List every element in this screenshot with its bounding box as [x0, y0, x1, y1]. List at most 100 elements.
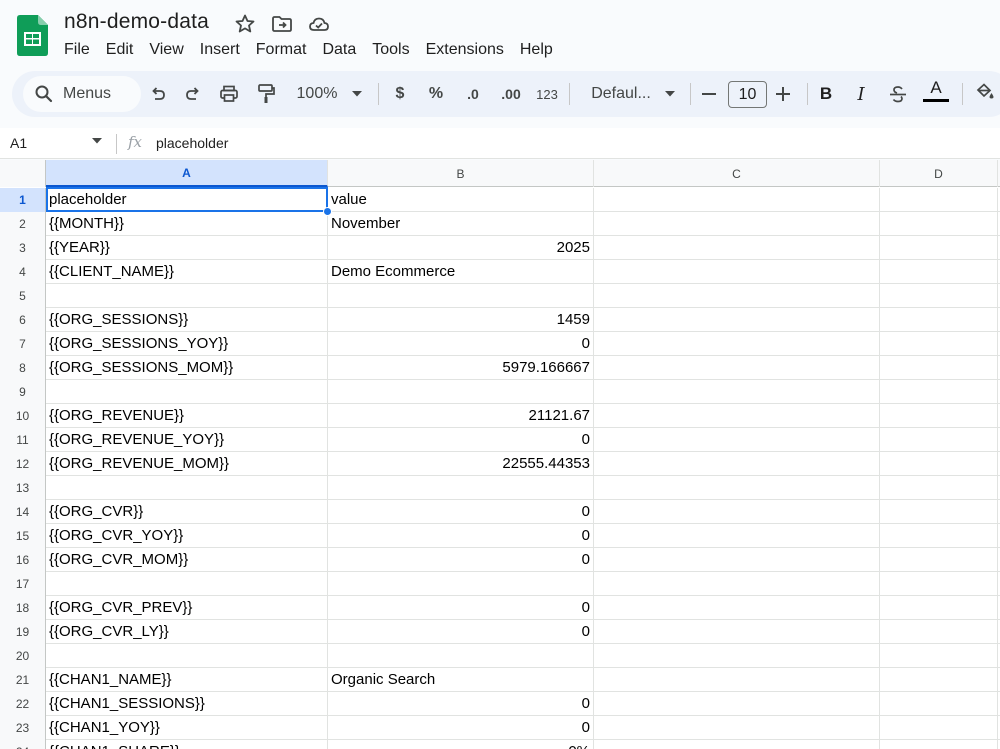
row-header[interactable]: 16	[0, 548, 46, 572]
cell-d[interactable]	[880, 404, 998, 428]
increase-decimal-button[interactable]: .00	[496, 71, 526, 117]
font-size-input[interactable]: 10	[728, 81, 767, 108]
cell-c[interactable]	[594, 716, 880, 740]
cell-a[interactable]: {{ORG_REVENUE}}	[46, 404, 328, 428]
cell-b[interactable]: 0	[328, 548, 594, 572]
cell-d[interactable]	[880, 740, 998, 749]
cell-b[interactable]	[328, 380, 594, 404]
cell-c[interactable]	[594, 548, 880, 572]
zoom-dropdown-icon[interactable]	[351, 90, 363, 98]
cell-d[interactable]	[880, 284, 998, 308]
row-header[interactable]: 13	[0, 476, 46, 500]
cell-a[interactable]	[46, 284, 328, 308]
cell-d[interactable]	[880, 572, 998, 596]
cell-d[interactable]	[880, 236, 998, 260]
menu-view[interactable]: View	[141, 38, 191, 62]
document-title[interactable]: n8n-demo-data	[64, 10, 209, 34]
row-header[interactable]: 9	[0, 380, 46, 404]
cell-b[interactable]: 0	[328, 692, 594, 716]
cell-a[interactable]: {{CLIENT_NAME}}	[46, 260, 328, 284]
cell-a[interactable]: {{ORG_REVENUE_MOM}}	[46, 452, 328, 476]
cell-c[interactable]	[594, 476, 880, 500]
cell-a[interactable]	[46, 380, 328, 404]
row-header[interactable]: 22	[0, 692, 46, 716]
cell-a[interactable]	[46, 572, 328, 596]
cell-b[interactable]: 0	[328, 716, 594, 740]
cell-c[interactable]	[594, 644, 880, 668]
cell-b[interactable]: 0	[328, 596, 594, 620]
percent-format-button[interactable]: %	[425, 71, 447, 117]
cell-a[interactable]	[46, 476, 328, 500]
cell-c[interactable]	[594, 284, 880, 308]
cell-d[interactable]	[880, 212, 998, 236]
row-header[interactable]: 20	[0, 644, 46, 668]
row-header[interactable]: 3	[0, 236, 46, 260]
cell-a[interactable]: {{ORG_CVR}}	[46, 500, 328, 524]
cell-b[interactable]: value	[328, 188, 594, 212]
cell-b[interactable]: 0	[328, 620, 594, 644]
cell-d[interactable]	[880, 308, 998, 332]
cell-c[interactable]	[594, 260, 880, 284]
cell-d[interactable]	[880, 620, 998, 644]
paint-format-icon[interactable]	[256, 83, 276, 105]
row-header[interactable]: 12	[0, 452, 46, 476]
cell-d[interactable]	[880, 596, 998, 620]
cell-c[interactable]	[594, 380, 880, 404]
cell-b[interactable]	[328, 572, 594, 596]
cell-d[interactable]	[880, 188, 998, 212]
cell-d[interactable]	[880, 644, 998, 668]
spreadsheet-grid[interactable]: A B C D 1 placeholder value 2 {{MONTH}} Novem…	[0, 160, 1000, 749]
menu-file[interactable]: File	[56, 38, 98, 62]
cell-d[interactable]	[880, 452, 998, 476]
cell-c[interactable]	[594, 404, 880, 428]
search-menus-button[interactable]: Menus	[23, 76, 141, 112]
menu-help[interactable]: Help	[512, 38, 561, 62]
cell-b[interactable]: Demo Ecommerce	[328, 260, 594, 284]
print-icon[interactable]	[219, 84, 239, 104]
strikethrough-icon[interactable]	[888, 84, 908, 104]
cell-a[interactable]: {{CHAN1_YOY}}	[46, 716, 328, 740]
cell-b[interactable]: 0	[328, 332, 594, 356]
cell-d[interactable]	[880, 428, 998, 452]
row-header[interactable]: 24	[0, 740, 46, 749]
menu-tools[interactable]: Tools	[364, 38, 417, 62]
column-header-b[interactable]: B	[328, 160, 594, 187]
bold-button[interactable]: B	[816, 71, 836, 117]
cell-c[interactable]	[594, 524, 880, 548]
name-box[interactable]: A1	[10, 135, 27, 151]
name-box-dropdown-icon[interactable]	[92, 138, 102, 144]
row-header[interactable]: 19	[0, 620, 46, 644]
row-header[interactable]: 23	[0, 716, 46, 740]
cell-d[interactable]	[880, 668, 998, 692]
cell-d[interactable]	[880, 380, 998, 404]
cell-c[interactable]	[594, 740, 880, 749]
cell-c[interactable]	[594, 236, 880, 260]
cell-c[interactable]	[594, 212, 880, 236]
cell-b[interactable]: 22555.44353	[328, 452, 594, 476]
cell-b[interactable]: 21121.67	[328, 404, 594, 428]
row-header[interactable]: 14	[0, 500, 46, 524]
increase-font-size-icon[interactable]	[776, 87, 790, 101]
cell-c[interactable]	[594, 692, 880, 716]
cell-a[interactable]: {{ORG_SESSIONS_MOM}}	[46, 356, 328, 380]
cell-a[interactable]: placeholder	[46, 188, 328, 212]
cell-b[interactable]: 1459	[328, 308, 594, 332]
row-header[interactable]: 6	[0, 308, 46, 332]
cell-b[interactable]: 0	[328, 428, 594, 452]
cell-b[interactable]: 0%	[328, 740, 594, 749]
cell-b[interactable]: 0	[328, 524, 594, 548]
zoom-select[interactable]: 100%	[292, 71, 342, 117]
decrease-font-size-icon[interactable]	[702, 93, 716, 95]
cell-b[interactable]: 2025	[328, 236, 594, 260]
cell-c[interactable]	[594, 428, 880, 452]
formula-input[interactable]: placeholder	[156, 135, 228, 151]
row-header[interactable]: 5	[0, 284, 46, 308]
cell-c[interactable]	[594, 500, 880, 524]
row-header[interactable]: 4	[0, 260, 46, 284]
column-header-a[interactable]: A	[46, 160, 328, 187]
cell-c[interactable]	[594, 452, 880, 476]
column-header-c[interactable]: C	[594, 160, 880, 187]
sheets-logo-icon[interactable]	[17, 15, 48, 56]
cell-c[interactable]	[594, 188, 880, 212]
cell-c[interactable]	[594, 356, 880, 380]
